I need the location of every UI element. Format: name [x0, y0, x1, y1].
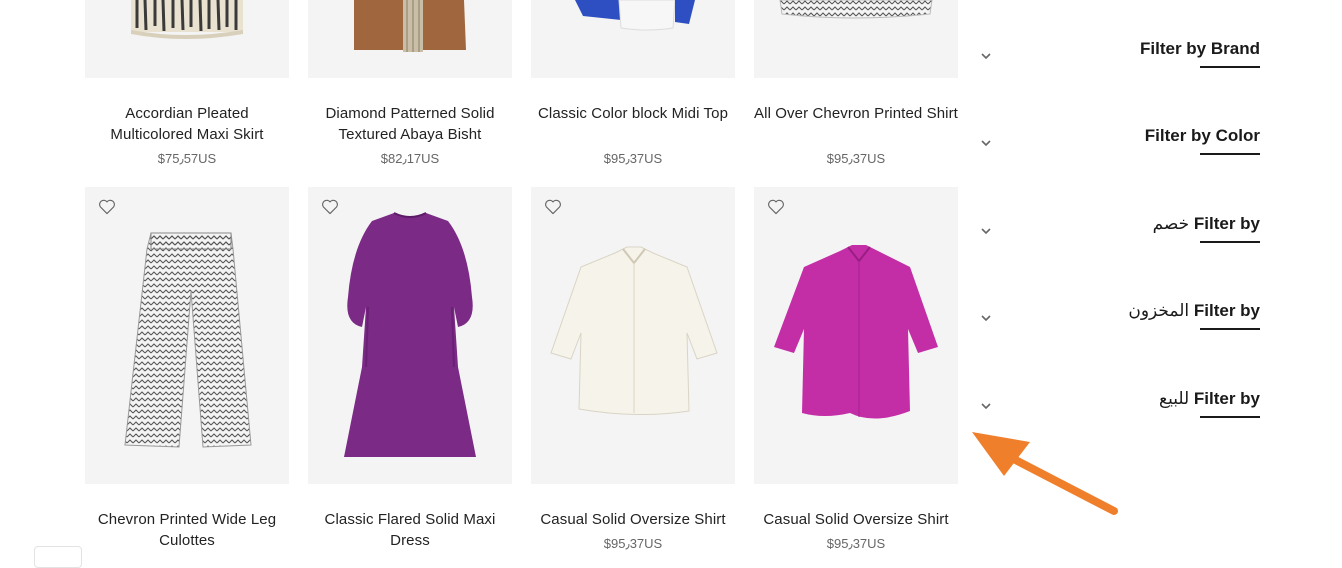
filter-label: خصم Filter by	[1152, 214, 1260, 233]
product-image[interactable]	[531, 0, 735, 78]
pink-shirt-image	[774, 245, 938, 419]
product-name[interactable]: Casual Solid Oversize Shirt	[754, 509, 958, 530]
product-image[interactable]	[308, 0, 512, 78]
product-image[interactable]	[754, 0, 958, 78]
product-image[interactable]	[85, 0, 289, 78]
product-name[interactable]: Diamond Patterned Solid Textured Abaya B…	[308, 103, 512, 145]
colorblock-top-image	[575, 0, 695, 31]
filter-stock[interactable]: المخزون Filter by	[978, 300, 1262, 344]
product-name[interactable]: Chevron Printed Wide Leg Culottes	[85, 509, 289, 551]
product-name[interactable]: Casual Solid Oversize Shirt	[531, 509, 735, 530]
abaya-bisht-image	[354, 0, 466, 52]
filter-label: المخزون Filter by	[1128, 301, 1260, 320]
chevron-down-icon[interactable]	[978, 310, 994, 326]
product-name[interactable]: Classic Color block Midi Top	[531, 103, 735, 124]
product-image[interactable]	[85, 187, 289, 484]
product-name[interactable]: Accordian Pleated Multicolored Maxi Skir…	[85, 103, 289, 145]
white-shirt-image	[550, 246, 718, 416]
product-price: $95٫37US	[603, 536, 663, 551]
product-price: $82٫17US	[380, 151, 440, 166]
chevron-down-icon[interactable]	[978, 223, 994, 239]
product-price: $95٫37US	[603, 151, 663, 166]
filter-color[interactable]: Filter by Color	[978, 125, 1262, 169]
maxi-dress-image	[344, 212, 476, 457]
filter-brand[interactable]: Filter by Brand	[978, 38, 1262, 82]
product-image[interactable]	[308, 187, 512, 484]
filter-underline	[1200, 153, 1260, 155]
product-image[interactable]	[531, 187, 735, 484]
chat-widget-button[interactable]	[34, 546, 82, 568]
product-image[interactable]	[754, 187, 958, 484]
chevron-down-icon[interactable]	[978, 48, 994, 64]
filter-label: للبيع Filter by	[1159, 389, 1260, 408]
filter-discount[interactable]: خصم Filter by	[978, 213, 1262, 257]
filter-underline	[1200, 241, 1260, 243]
skirt-image	[131, 0, 243, 39]
chevron-down-icon[interactable]	[978, 135, 994, 151]
culottes-image	[124, 232, 252, 448]
filter-sale[interactable]: للبيع Filter by	[978, 388, 1262, 432]
product-price: $95٫37US	[826, 151, 886, 166]
filter-underline	[1200, 416, 1260, 418]
chevron-shirt-image	[779, 0, 933, 19]
product-name[interactable]: All Over Chevron Printed Shirt	[754, 103, 958, 124]
filter-label: Filter by Color	[1144, 126, 1260, 145]
product-price: $95٫37US	[826, 536, 886, 551]
chevron-down-icon[interactable]	[978, 398, 994, 414]
filter-underline	[1200, 66, 1260, 68]
filter-underline	[1200, 328, 1260, 330]
product-name[interactable]: Classic Flared Solid Maxi Dress	[308, 509, 512, 551]
filter-label: Filter by Brand	[1140, 39, 1260, 58]
product-price: $75٫57US	[157, 151, 217, 166]
